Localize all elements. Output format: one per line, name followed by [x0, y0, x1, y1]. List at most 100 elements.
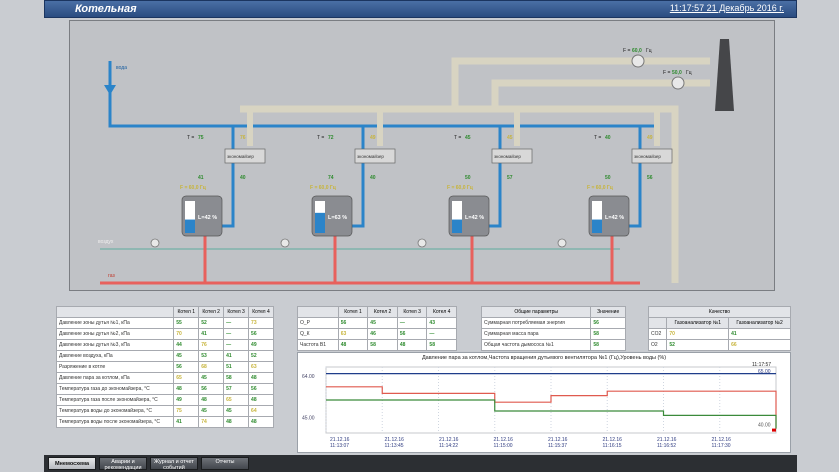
- column-header: Общие параметры: [480, 306, 592, 318]
- table-row: Давление пара за котлом, кПа 65 45 58 48: [55, 372, 274, 384]
- tab-reports[interactable]: Отчеты: [201, 457, 249, 470]
- freq-value: F = 60,0 Гц: [310, 185, 337, 191]
- column-header: Котел 3: [396, 306, 428, 318]
- temp-out: 49: [647, 135, 653, 141]
- freq-value: F = 60,0 Гц: [447, 185, 474, 191]
- level-text: L=42 %: [198, 215, 217, 221]
- column-header: [297, 306, 339, 318]
- table-cell: 45: [198, 372, 225, 384]
- table-cell: Температура воды после экономайзера, °C: [55, 416, 175, 428]
- table-cell: Давление пара за котлом, кПа: [55, 372, 175, 384]
- water-arrow-icon: [104, 85, 116, 95]
- app-title: Котельная: [75, 3, 137, 15]
- table-cell: Суммарная масса пара: [480, 328, 592, 340]
- table-row: Частота В1 48 58 48 58: [297, 339, 457, 351]
- table-cell: 56: [396, 328, 428, 340]
- table-cell: 43: [426, 317, 457, 329]
- temp-in: 75: [198, 135, 204, 141]
- trend-chart: 64.0045.0011:17:5765.0040.0021.12.1611:1…: [302, 362, 777, 449]
- x-tick-time: 11:13:45: [385, 443, 404, 449]
- table-cell: 73: [248, 317, 274, 329]
- table-row: Давление зоны дутья №3, кПа 44 76—49: [55, 339, 274, 351]
- fan-freq-label: F =: [663, 70, 670, 76]
- table-cell: Давление зоны дутья №1, кПа: [55, 317, 175, 329]
- table-cell: 56: [198, 383, 225, 395]
- table-cell: 58: [223, 372, 250, 384]
- table-cell: 41: [223, 350, 250, 362]
- y-tick: 64.00: [302, 374, 315, 380]
- datetime-link[interactable]: 11:17:57 21 Декабрь 2016 г.: [670, 3, 784, 13]
- level-text: L=42 %: [605, 215, 624, 221]
- table-cell: 41: [173, 416, 200, 428]
- y-tick: 45.00: [302, 416, 315, 422]
- table-cell: O2: [647, 339, 668, 351]
- cursor-marker: [772, 428, 776, 432]
- table-cell: 44: [173, 339, 200, 351]
- table-cell: 48: [223, 416, 250, 428]
- table-cell: 56: [590, 317, 626, 329]
- gas-label: газ: [108, 273, 115, 279]
- table-cell: 53: [198, 350, 225, 362]
- column-header: Котел 4: [248, 306, 274, 318]
- table-row: Температура воды после экономайзера, °C 4…: [55, 416, 274, 428]
- temp-label: T =: [317, 135, 324, 141]
- table-cell: 49: [248, 339, 274, 351]
- table-cell: Давление воздуха, кПа: [55, 350, 175, 362]
- table-cell: 63: [337, 328, 369, 340]
- column-header: Котел 1: [337, 306, 369, 318]
- temp-in: 40: [605, 135, 611, 141]
- table-cell: —: [426, 328, 457, 340]
- table-row: Давление зоны дутья №2, кПа 70 41—56: [55, 328, 274, 340]
- freq-value: F = 60,0 Гц: [587, 185, 614, 191]
- temp-eco: 40: [370, 175, 376, 181]
- table-cell: 70: [173, 328, 200, 340]
- table-cell: Общая частота дымососа №1: [480, 339, 592, 351]
- mnemonic-scheme: вода газ воздух F = 60,0 Гц F = 50,0 Гц эконома…: [69, 20, 775, 291]
- table-cell: 58: [590, 339, 626, 351]
- table-cell: —: [223, 339, 250, 351]
- table-cell: 58: [590, 328, 626, 340]
- tab-journal[interactable]: Журнал и отчет событий: [150, 457, 198, 471]
- table-cell: Частота В1: [297, 339, 339, 351]
- level-fill: [185, 219, 195, 233]
- table-cell: 48: [248, 372, 274, 384]
- column-header: Котел 4: [426, 306, 457, 318]
- table-row: Давление зоны дутья №1, кПа 55 52—73: [55, 317, 274, 329]
- temp-label: T =: [187, 135, 194, 141]
- x-tick-time: 11:16:52: [657, 443, 676, 449]
- table-cell: 45: [198, 405, 225, 417]
- tab-mnemo[interactable]: Мнемосхема: [48, 457, 96, 470]
- table-cell: 70: [666, 328, 730, 340]
- table-cell: 48: [198, 394, 225, 406]
- level-text: L=63 %: [328, 215, 347, 221]
- table-row: Суммарная масса пара 58: [480, 328, 626, 340]
- column-header: Газоанализатор №1: [666, 317, 730, 329]
- table-cell: 76: [198, 339, 225, 351]
- table-cell: 56: [248, 328, 274, 340]
- chimney: [715, 39, 734, 111]
- temp-lo: 41: [198, 175, 204, 181]
- navigation-bar: Мнемосхема Аварии и рекомендации Журнал …: [44, 455, 797, 472]
- tab-alarms[interactable]: Аварии и рекомендации: [99, 457, 147, 471]
- column-header: Котел 2: [367, 306, 398, 318]
- economizer-label: экономайзер: [357, 153, 384, 159]
- table-cell: Давление зоны дутья №3, кПа: [55, 339, 175, 351]
- table-cell: 56: [248, 383, 274, 395]
- table-cell: 63: [248, 361, 274, 373]
- temp-in: 45: [465, 135, 471, 141]
- table-row: O2 52 66: [647, 339, 791, 351]
- freq-value: F = 60,0 Гц: [180, 185, 207, 191]
- table-cell: Температура воды до экономайзера, °C: [55, 405, 175, 417]
- table-cell: Температура газа до экономайзера, °C: [55, 383, 175, 395]
- economizer-label: экономайзер: [494, 153, 521, 159]
- table-row: Температура газа после экономайзера, °C 4…: [55, 394, 274, 406]
- temp-out: 45: [507, 135, 513, 141]
- x-tick-time: 11:13:07: [330, 443, 349, 449]
- table-cell: Давление зоны дутья №2, кПа: [55, 328, 175, 340]
- title-bar: Котельная 11:17:57 21 Декабрь 2016 г.: [44, 0, 797, 18]
- level-fill: [592, 219, 602, 233]
- temp-eco: 56: [647, 175, 653, 181]
- economizer-label: экономайзер: [634, 153, 661, 159]
- table-row: Температура газа до экономайзера, °C 48 56…: [55, 383, 274, 395]
- column-header: Котел 2: [198, 306, 225, 318]
